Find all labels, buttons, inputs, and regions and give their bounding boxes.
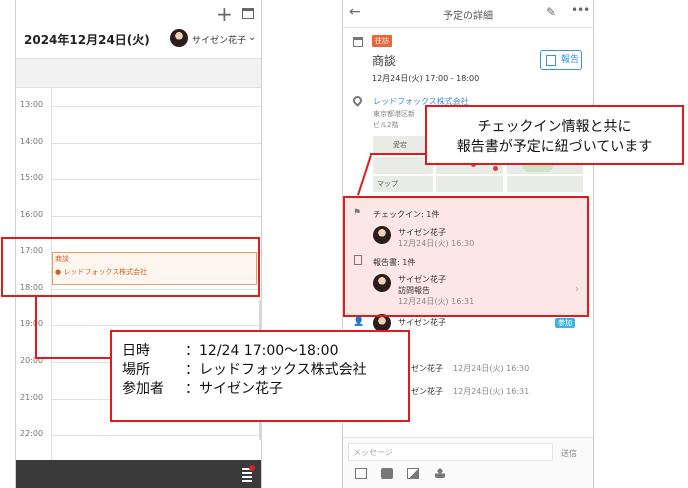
hour-line (51, 143, 261, 144)
report-button-label: 報告 (561, 55, 580, 65)
callout-key: 日時 (122, 343, 150, 359)
callout-line: 報告書が予定に紐づいています (456, 139, 653, 155)
callout-connector (370, 153, 426, 155)
user-selector[interactable]: サイゼン花子 (192, 33, 246, 46)
callout-key: 場所 (122, 362, 150, 378)
chevron-down-icon[interactable]: ⌄ (248, 32, 256, 43)
linked-info-callout: チェックイン情報と共に 報告書が予定に紐づいています (425, 105, 684, 165)
hour-label: 21:00 (20, 393, 44, 402)
event-subject: 商談 (372, 54, 397, 68)
hour-row: 22:00 (16, 429, 261, 438)
location-pin-icon (351, 94, 364, 107)
visit-tag: 往訪 (372, 35, 392, 47)
hour-line (51, 106, 261, 107)
bottom-toolbar (16, 460, 261, 488)
callout-row: 参加者 ：サイゼン花子 (122, 380, 398, 399)
avatar (170, 29, 188, 47)
hour-label: 13:00 (20, 100, 44, 109)
hour-row: 13:00 (16, 100, 261, 109)
callout-value: ：サイゼン花子 (185, 381, 283, 397)
hour-row: 15:00 (16, 173, 261, 182)
log-name: ゼン花子 (411, 387, 443, 396)
event-highlight-box (1, 237, 260, 297)
image-icon[interactable] (407, 468, 419, 479)
event-info-callout: 日時 ：12/24 17:00～18:00 場所 ：レッドフォックス株式会社 参加者… (110, 330, 410, 422)
file-icon[interactable] (355, 468, 367, 479)
map-road (373, 174, 583, 176)
report-icon (546, 55, 556, 66)
callout-value: ：12/24 17:00～18:00 (185, 343, 339, 359)
date-selector[interactable]: 2024年12月24日(火) (24, 31, 150, 48)
attendee-icon: 👤 (353, 317, 365, 327)
address-line: ビル2階 (373, 121, 399, 129)
callout-row: 日時 ：12/24 17:00～18:00 (122, 342, 398, 361)
log-time: 12月24日(火) 16:30 (453, 364, 530, 373)
message-bar: メッセージ 送信 (343, 437, 593, 488)
hour-label: 16:00 (20, 210, 44, 219)
calendar-header: + 2024年12月24日(火) ⌄ サイゼン花子 ⌄ (16, 0, 261, 58)
log-time: 12月24日(火) 16:31 (453, 387, 530, 396)
detail-header: ← 予定の詳細 ✎ ••• (343, 0, 593, 28)
hour-line (51, 216, 261, 217)
hour-line (51, 435, 261, 436)
hour-line (51, 325, 261, 326)
calendar-icon (353, 37, 363, 47)
hour-label: 14:00 (20, 137, 44, 146)
chevron-down-icon[interactable]: ⌄ (136, 31, 144, 42)
message-input[interactable]: メッセージ (348, 443, 553, 461)
hour-label: 19:00 (20, 319, 44, 328)
more-icon[interactable]: ••• (571, 3, 590, 17)
address-line: 東京都港区新 (373, 110, 415, 118)
callout-line: チェックイン情報と共に (477, 119, 632, 135)
screenshot-root: + 2024年12月24日(火) ⌄ サイゼン花子 ⌄ 13:00 14:00 … (0, 0, 688, 488)
map-label: マップ (377, 180, 398, 188)
camera-icon[interactable] (381, 468, 393, 479)
attendee-name: サイゼン花子 (398, 318, 446, 327)
log-name: ゼン花子 (411, 364, 443, 373)
add-icon[interactable]: + (216, 2, 233, 26)
hour-label: 22:00 (20, 429, 44, 438)
map-place-label: 愛宕 (393, 141, 407, 149)
person-add-icon[interactable] (435, 468, 445, 478)
hour-label: 15:00 (20, 173, 44, 182)
callout-connector (35, 296, 37, 359)
linked-records-box (343, 196, 589, 317)
notification-dot (249, 465, 255, 471)
callout-value: ：レッドフォックス株式会社 (185, 362, 367, 378)
hour-line (51, 179, 261, 180)
report-button[interactable]: 報告 (540, 50, 582, 70)
attendance-badge: 参加 (555, 318, 575, 328)
hour-row: 14:00 (16, 137, 261, 146)
send-button[interactable]: 送信 (561, 448, 577, 459)
calendar-icon[interactable] (242, 8, 254, 19)
hour-row: 19:00 (16, 319, 261, 328)
callout-key: 参加者 (122, 381, 164, 397)
callout-connector (35, 357, 111, 359)
all-day-area (16, 58, 261, 88)
map-marker (493, 166, 498, 171)
hour-row: 16:00 (16, 210, 261, 219)
event-datetime: 12月24日(火) 17:00 - 18:00 (372, 74, 480, 83)
callout-row: 場所 ：レッドフォックス株式会社 (122, 361, 398, 380)
edit-icon[interactable]: ✎ (546, 5, 556, 19)
